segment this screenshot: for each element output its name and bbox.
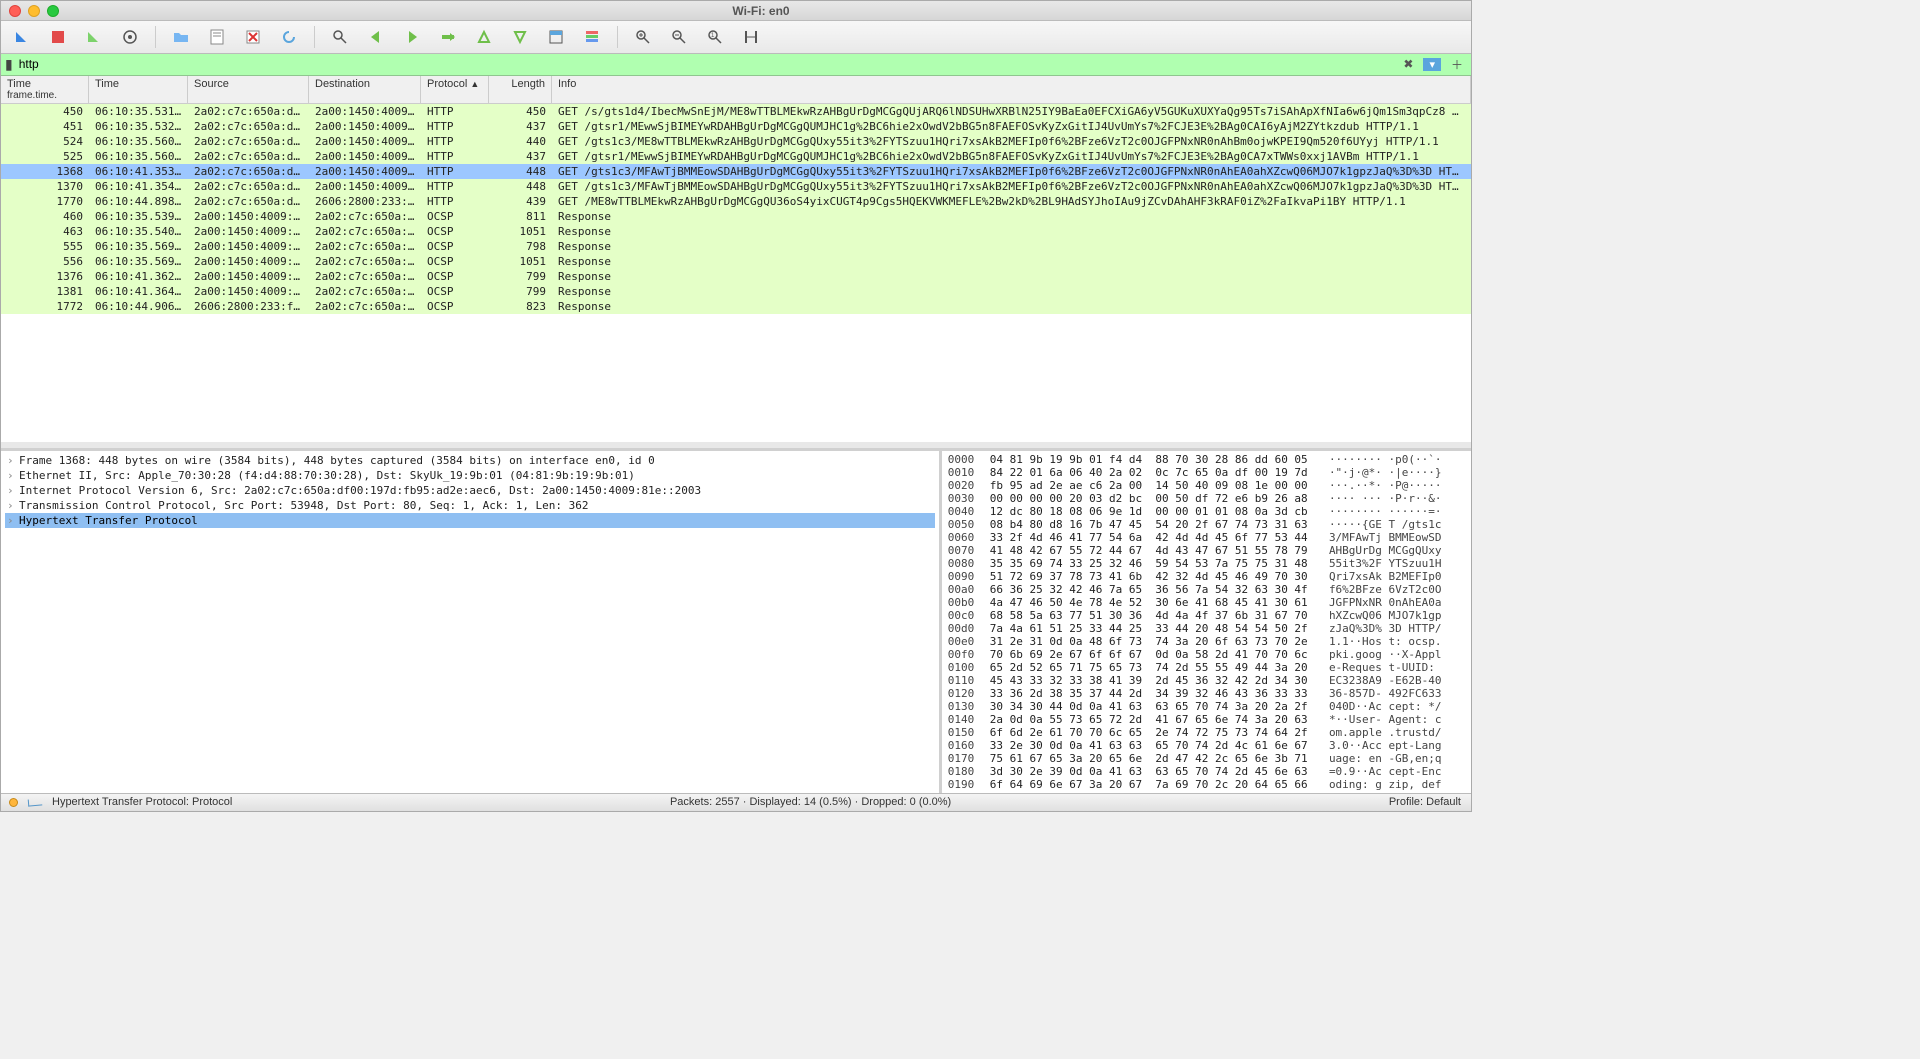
hex-row[interactable]: 005008 b4 80 d8 16 7b 47 45 54 20 2f 67 … [948, 518, 1465, 531]
detail-row[interactable]: Transmission Control Protocol, Src Port:… [5, 498, 935, 513]
packet-row[interactable]: 52506:10:35.5607722a02:c7c:650a:df0…2a00… [1, 149, 1471, 164]
detail-row[interactable]: Frame 1368: 448 bytes on wire (3584 bits… [5, 453, 935, 468]
hex-row[interactable]: 008035 35 69 74 33 25 32 46 59 54 53 7a … [948, 557, 1465, 570]
packet-list-pane: Time frame.time. Time Source Destination… [1, 76, 1471, 443]
packet-row[interactable]: 55606:10:35.5696652a00:1450:4009:81…2a02… [1, 254, 1471, 269]
go-forward-button[interactable] [401, 26, 423, 48]
hex-row[interactable]: 016033 2e 30 0d 0a 41 63 63 65 70 74 2d … [948, 739, 1465, 752]
window-title: Wi-Fi: en0 [59, 4, 1463, 18]
filter-bookmark-icon[interactable]: ▮ [5, 56, 13, 73]
packet-bytes-pane[interactable]: 000004 81 9b 19 9b 01 f4 d4 88 70 30 28 … [942, 451, 1471, 793]
hex-row[interactable]: 009051 72 69 37 78 73 41 6b 42 32 4d 45 … [948, 570, 1465, 583]
close-file-button[interactable] [242, 26, 264, 48]
start-capture-button[interactable] [11, 26, 33, 48]
column-header-info[interactable]: Info [552, 76, 1471, 103]
hex-row[interactable]: 013030 34 30 44 0d 0a 41 63 63 65 70 74 … [948, 700, 1465, 713]
hex-row[interactable]: 00d07a 4a 61 51 25 33 44 25 33 44 20 48 … [948, 622, 1465, 635]
hex-row[interactable]: 007041 48 42 67 55 72 44 67 4d 43 47 67 … [948, 544, 1465, 557]
hex-row[interactable]: 01402a 0d 0a 55 73 65 72 2d 41 67 65 6e … [948, 713, 1465, 726]
column-header-protocol[interactable]: Protocol▲ [421, 76, 489, 103]
packet-row[interactable]: 46006:10:35.5397612a00:1450:4009:81…2a02… [1, 209, 1471, 224]
packet-row[interactable]: 136806:10:41.3536092a02:c7c:650a:df0…2a0… [1, 164, 1471, 179]
column-header-destination[interactable]: Destination [309, 76, 421, 103]
packet-row[interactable]: 177006:10:44.8983252a02:c7c:650a:df0…260… [1, 194, 1471, 209]
save-file-button[interactable] [206, 26, 228, 48]
main-toolbar: 1 [1, 21, 1471, 54]
maximize-window-button[interactable] [47, 5, 59, 17]
go-first-button[interactable] [473, 26, 495, 48]
hex-row[interactable]: 017075 61 67 65 3a 20 65 6e 2d 47 42 2c … [948, 752, 1465, 765]
packet-row[interactable]: 55506:10:35.5696642a00:1450:4009:81…2a02… [1, 239, 1471, 254]
display-filter-bar: ▮ ✖ ▾ ＋ [1, 54, 1471, 76]
detail-row[interactable]: Ethernet II, Src: Apple_70:30:28 (f4:d4:… [5, 468, 935, 483]
find-packet-button[interactable] [329, 26, 351, 48]
packet-list-body[interactable]: 45006:10:35.5314352a02:c7c:650a:df0…2a00… [1, 104, 1471, 443]
status-center-text: Packets: 2557 · Displayed: 14 (0.5%) · D… [232, 796, 1388, 808]
hex-row[interactable]: 011045 43 33 32 33 38 41 39 2d 45 36 32 … [948, 674, 1465, 687]
capture-options-button[interactable] [119, 26, 141, 48]
hex-row[interactable]: 00a066 36 25 32 42 46 7a 65 36 56 7a 54 … [948, 583, 1465, 596]
column-header-no-line1[interactable]: Time [7, 78, 31, 90]
status-profile[interactable]: Profile: Default [1389, 796, 1471, 808]
hex-row[interactable]: 00f070 6b 69 2e 67 6f 6f 67 0d 0a 58 2d … [948, 648, 1465, 661]
hex-row[interactable]: 004012 dc 80 18 08 06 9e 1d 00 00 01 01 … [948, 505, 1465, 518]
auto-scroll-button[interactable] [545, 26, 567, 48]
hex-row[interactable]: 01906f 64 69 6e 67 3a 20 67 7a 69 70 2c … [948, 778, 1465, 791]
packet-list-header[interactable]: Time frame.time. Time Source Destination… [1, 76, 1471, 104]
clear-filter-button[interactable]: ✖ [1399, 57, 1417, 71]
zoom-in-button[interactable] [632, 26, 654, 48]
add-filter-button[interactable]: ＋ [1447, 56, 1467, 73]
resize-columns-button[interactable] [740, 26, 762, 48]
detail-row[interactable]: Hypertext Transfer Protocol [5, 513, 935, 528]
hex-row[interactable]: 012033 36 2d 38 35 37 44 2d 34 39 32 46 … [948, 687, 1465, 700]
status-left-text: Hypertext Transfer Protocol: Protocol [52, 796, 232, 808]
close-window-button[interactable] [9, 5, 21, 17]
packet-row[interactable]: 46306:10:35.5400562a00:1450:4009:81…2a02… [1, 224, 1471, 239]
hex-row[interactable]: 00e031 2e 31 0d 0a 48 6f 73 74 3a 20 6f … [948, 635, 1465, 648]
hex-row[interactable]: 00b04a 47 46 50 4e 78 4e 52 30 6e 41 68 … [948, 596, 1465, 609]
edit-capture-comment-icon[interactable] [28, 798, 43, 806]
status-bar: Hypertext Transfer Protocol: Protocol Pa… [1, 793, 1471, 811]
hex-row[interactable]: 000004 81 9b 19 9b 01 f4 d4 88 70 30 28 … [948, 453, 1465, 466]
stop-capture-button[interactable] [47, 26, 69, 48]
hex-row[interactable]: 001084 22 01 6a 06 40 2a 02 0c 7c 65 0a … [948, 466, 1465, 479]
hex-row[interactable]: 0020fb 95 ad 2e ae c6 2a 00 14 50 40 09 … [948, 479, 1465, 492]
hex-row[interactable]: 00c068 58 5a 63 77 51 30 36 4d 4a 4f 37 … [948, 609, 1465, 622]
packet-row[interactable]: 45006:10:35.5314352a02:c7c:650a:df0…2a00… [1, 104, 1471, 119]
column-header-source[interactable]: Source [188, 76, 309, 103]
go-last-button[interactable] [509, 26, 531, 48]
packet-row[interactable]: 45106:10:35.5320262a02:c7c:650a:df0…2a00… [1, 119, 1471, 134]
hex-row[interactable]: 010065 2d 52 65 71 75 65 73 74 2d 55 55 … [948, 661, 1465, 674]
go-back-button[interactable] [365, 26, 387, 48]
column-header-length[interactable]: Length [489, 76, 552, 103]
go-to-packet-button[interactable] [437, 26, 459, 48]
titlebar: Wi-Fi: en0 [1, 1, 1471, 21]
hex-row[interactable]: 006033 2f 4d 46 41 77 54 6a 42 4d 4d 45 … [948, 531, 1465, 544]
filter-history-dropdown[interactable]: ▾ [1423, 58, 1441, 71]
expert-info-icon[interactable] [9, 798, 18, 807]
zoom-out-button[interactable] [668, 26, 690, 48]
packet-row[interactable]: 138106:10:41.3640292a00:1450:4009:81…2a0… [1, 284, 1471, 299]
packet-row[interactable]: 137606:10:41.3621022a00:1450:4009:81…2a0… [1, 269, 1471, 284]
zoom-reset-button[interactable]: 1 [704, 26, 726, 48]
colorize-button[interactable] [581, 26, 603, 48]
packet-row[interactable]: 177206:10:44.9068002606:2800:233:fa0…2a0… [1, 299, 1471, 314]
hex-row[interactable]: 003000 00 00 00 20 03 d2 bc 00 50 df 72 … [948, 492, 1465, 505]
packet-details-pane[interactable]: Frame 1368: 448 bytes on wire (3584 bits… [1, 451, 942, 793]
reload-button[interactable] [278, 26, 300, 48]
column-header-time[interactable]: Time [89, 76, 188, 103]
hex-row[interactable]: 01506f 6d 2e 61 70 70 6c 65 2e 74 72 75 … [948, 726, 1465, 739]
display-filter-input[interactable] [19, 57, 1394, 71]
detail-row[interactable]: Internet Protocol Version 6, Src: 2a02:c… [5, 483, 935, 498]
column-header-no-line2[interactable]: frame.time. [7, 90, 57, 101]
restart-capture-button[interactable] [83, 26, 105, 48]
open-file-button[interactable] [170, 26, 192, 48]
packet-row[interactable]: 137006:10:41.3543022a02:c7c:650a:df0…2a0… [1, 179, 1471, 194]
packet-row[interactable]: 52406:10:35.5604482a02:c7c:650a:df0…2a00… [1, 134, 1471, 149]
hex-row[interactable]: 01803d 30 2e 39 0d 0a 41 63 63 65 70 74 … [948, 765, 1465, 778]
minimize-window-button[interactable] [28, 5, 40, 17]
